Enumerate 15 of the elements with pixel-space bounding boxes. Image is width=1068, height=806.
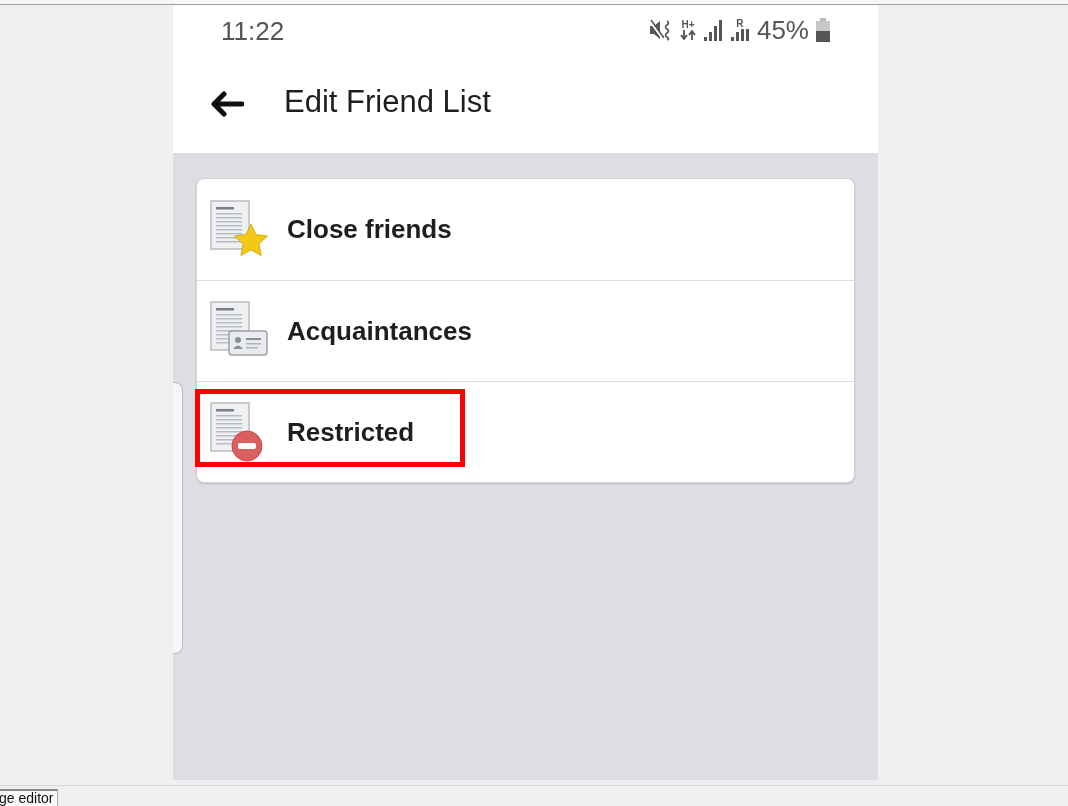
status-time: 11:22 <box>221 15 285 47</box>
taskbar-tab[interactable]: ge editor <box>0 789 59 806</box>
friend-list-item[interactable]: Acquaintances <box>197 280 854 381</box>
signal-icon <box>702 19 723 41</box>
back-arrow-icon <box>210 91 244 117</box>
roaming-label: R <box>736 19 744 29</box>
friend-list-item[interactable]: Restricted <box>197 381 854 482</box>
page-title: Edit Friend List <box>284 84 491 120</box>
battery-icon <box>816 18 830 42</box>
roaming-signal-icon <box>729 29 750 41</box>
network-type-label: H+ <box>681 20 695 30</box>
data-arrows-icon <box>679 30 696 40</box>
back-button[interactable] <box>210 89 244 119</box>
friend-list-item[interactable]: Close friends <box>197 179 854 280</box>
battery-percent: 45% <box>756 14 809 46</box>
